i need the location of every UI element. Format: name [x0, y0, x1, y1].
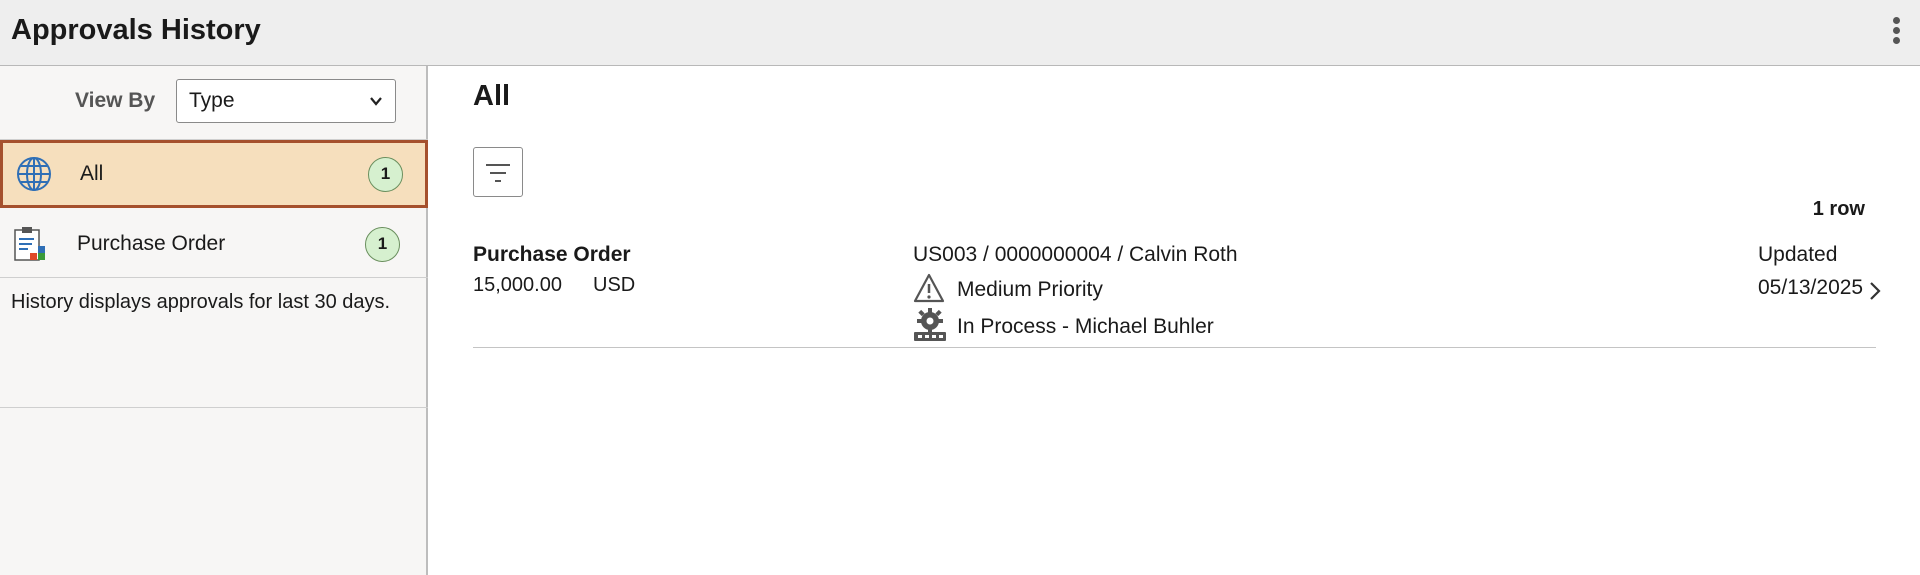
divider — [0, 407, 428, 408]
amount: 15,000.00 — [473, 274, 562, 296]
row-count: 1 row — [1812, 198, 1865, 220]
updated-label: Updated — [1758, 243, 1838, 266]
priority-text: Medium Priority — [957, 278, 1103, 301]
view-by-label: View By — [75, 89, 156, 112]
gear-process-icon — [914, 308, 946, 341]
sidebar-item-purchase-order[interactable]: Purchase Order 1 — [0, 210, 428, 278]
page-header: Approvals History — [0, 0, 1920, 66]
currency: USD — [593, 274, 636, 296]
warning-triangle-icon — [913, 273, 945, 303]
sidebar-item-label: All — [80, 162, 104, 185]
view-by-value: Type — [189, 89, 235, 112]
table-row[interactable]: Purchase Order 15,000.00 USD US003 / 000… — [473, 236, 1881, 348]
transaction-reference: US003 / 0000000004 / Calvin Roth — [913, 243, 1238, 266]
sidebar-item-label: Purchase Order — [77, 232, 226, 255]
clipboard-document-icon — [14, 227, 45, 261]
updated-date: 05/13/2025 — [1758, 276, 1864, 299]
globe-icon — [17, 157, 51, 191]
transaction-type: Purchase Order — [473, 243, 631, 266]
count-badge: 1 — [365, 226, 400, 262]
view-by-select[interactable]: Type — [176, 79, 396, 123]
divider — [0, 277, 428, 278]
vertical-ellipsis-icon[interactable] — [1888, 15, 1906, 47]
chevron-down-icon — [370, 97, 382, 106]
chevron-right-icon[interactable] — [1868, 280, 1882, 302]
page-title: Approvals History — [11, 14, 261, 46]
history-note: History displays approvals for last 30 d… — [11, 291, 391, 313]
status-text: In Process - Michael Buhler — [957, 315, 1214, 338]
count-badge: 1 — [368, 156, 403, 192]
sidebar: View By Type All 1 Purchase Order 1 Hist… — [0, 66, 428, 575]
filter-button[interactable] — [473, 147, 523, 197]
main-content: All 1 row Purchase Order 15,000.00 USD U… — [430, 66, 1920, 575]
section-title: All — [473, 80, 511, 112]
sidebar-item-all[interactable]: All 1 — [0, 140, 428, 208]
